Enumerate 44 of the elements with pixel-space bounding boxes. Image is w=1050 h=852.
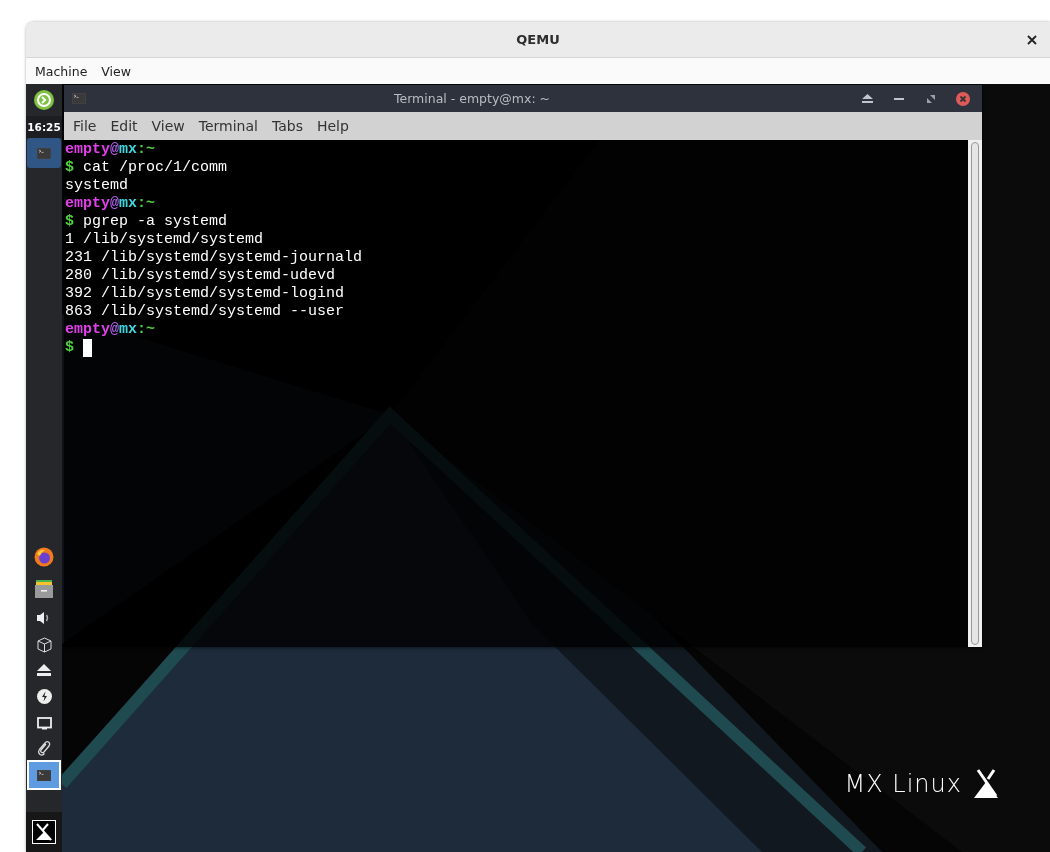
terminal-command: $ cat /proc/1/comm: [65, 159, 229, 177]
eject-icon: [37, 664, 51, 676]
terminal-output: 863 /lib/systemd/systemd --user: [65, 303, 346, 321]
fox-globe-icon: [34, 547, 54, 567]
clock: 16:25: [26, 116, 62, 138]
menu-item[interactable]: Help: [309, 118, 356, 134]
menu-item[interactable]: Edit: [103, 118, 145, 134]
terminal-prompt: empty@mx:~: [65, 141, 157, 159]
close-icon: [1027, 35, 1037, 45]
menu-item[interactable]: View: [94, 63, 138, 79]
maximize-icon: [927, 94, 935, 103]
menu-icon: [34, 90, 54, 110]
minimize-icon: [894, 97, 904, 100]
x-logo-icon: [32, 820, 56, 844]
logo-text: MX Linux: [844, 770, 962, 798]
terminal-output: systemd: [65, 177, 129, 195]
close-icon: [955, 90, 971, 107]
prompt-sign: $: [65, 339, 74, 357]
terminal-title: Terminal - empty@mx: ~: [392, 91, 552, 106]
terminal-prompt: empty@mx:~: [65, 321, 157, 339]
terminal-prompt: empty@mx:~: [65, 195, 157, 213]
terminal-command: $ pgrep -a systemd: [65, 213, 229, 231]
taskbar-button[interactable]: [27, 760, 61, 790]
terminal-icon: [72, 93, 86, 104]
menu-item[interactable]: Machine: [28, 63, 95, 79]
menu-item[interactable]: View: [144, 118, 192, 134]
text-cursor: [83, 339, 92, 357]
paperclip-icon: [37, 740, 51, 756]
terminal-output: 280 /lib/systemd/systemd-udevd: [65, 267, 337, 285]
menu-item[interactable]: Tabs: [264, 118, 310, 134]
terminal-output: 1 /lib/systemd/systemd: [65, 231, 265, 249]
terminal-output: 231 /lib/systemd/systemd-journald: [65, 249, 364, 267]
scrollbar[interactable]: [968, 140, 982, 647]
box-icon: [35, 635, 53, 653]
window-title: QEMU: [516, 32, 560, 47]
file-cabinet-icon: [34, 579, 54, 599]
terminal-icon: [37, 769, 51, 781]
eject-icon: [861, 94, 873, 103]
menu-item[interactable]: File: [66, 118, 104, 134]
menu-item[interactable]: Terminal: [191, 118, 265, 134]
terminal-icon: [37, 147, 51, 159]
lightning-icon: [36, 689, 52, 704]
screen-icon: [36, 716, 52, 730]
terminal-output: 392 /lib/systemd/systemd-logind: [65, 285, 346, 303]
